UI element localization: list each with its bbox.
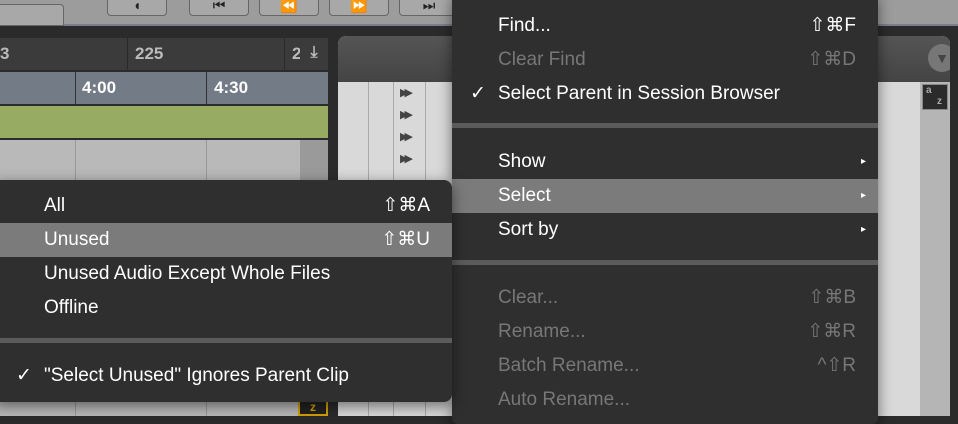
menu-item-batch-rename: Batch Rename... ^⇧R xyxy=(452,349,878,383)
menu-item-label: Select xyxy=(498,185,551,206)
timecode-ruler[interactable]: 4:00 4:30 xyxy=(0,72,328,104)
menu-item-label: Clear... xyxy=(498,287,559,308)
submenu-arrow-icon: ▸ xyxy=(860,156,866,167)
menu-item-label: Rename... xyxy=(498,321,586,342)
menu-item-label: Find... xyxy=(498,15,551,36)
menu-item-label: Select Parent in Session Browser xyxy=(498,83,780,104)
clip-arrow-icon: ▶▶ xyxy=(400,87,413,99)
submenu-item-all[interactable]: All ⇧⌘A xyxy=(0,189,452,223)
shortcut-label: ^⇧R xyxy=(817,355,856,376)
menu-item-auto-rename: Auto Rename... xyxy=(452,383,878,417)
menu-item-clear: Clear... ⇧⌘B xyxy=(452,281,878,315)
menu-item-label: Clear Find xyxy=(498,49,586,70)
shortcut-label: ⇧⌘R xyxy=(807,321,856,342)
online-button[interactable]: ◖ xyxy=(107,0,167,16)
toolbar-field[interactable] xyxy=(0,4,64,26)
go-to-end-button[interactable]: ⏭ xyxy=(399,0,459,16)
checkmark-icon: ✓ xyxy=(16,365,32,386)
menu-item-label: Offline xyxy=(44,297,99,318)
bars-beats-ruler[interactable]: 3 225 2 ⤓ xyxy=(0,38,328,70)
timecode-label: 4:00 xyxy=(82,78,117,97)
menu-item-label: Unused xyxy=(44,229,110,250)
audio-clip[interactable] xyxy=(0,106,328,138)
select-submenu: All ⇧⌘A Unused ⇧⌘U Unused Audio Except Who… xyxy=(0,180,452,402)
submenu-arrow-icon: ▸ xyxy=(860,224,866,235)
menu-item-label: Sort by xyxy=(498,219,559,240)
sort-az-icon[interactable]: a z xyxy=(922,84,948,110)
menu-item-label: Auto Rename... xyxy=(498,389,631,410)
menu-item-sort-by[interactable]: Sort by ▸ xyxy=(452,213,878,247)
menu-item-label: All xyxy=(44,195,66,216)
clip-arrow-icon: ▶▶ xyxy=(400,153,413,165)
submenu-item-unused-audio[interactable]: Unused Audio Except Whole Files xyxy=(0,257,452,291)
clip-list-menu: Find... ⇧⌘F Clear Find ⇧⌘D ✓ Select Parent … xyxy=(452,0,878,424)
menu-item-label: "Select Unused" Ignores Parent Clip xyxy=(44,365,349,386)
submenu-arrow-icon: ▸ xyxy=(860,190,866,201)
ruler-label: 225 xyxy=(135,44,164,63)
panel-scrollbar[interactable] xyxy=(920,82,950,416)
shortcut-label: ⇧⌘A xyxy=(382,195,430,216)
shortcut-label: ⇧⌘F xyxy=(809,15,856,36)
menu-separator xyxy=(452,260,878,265)
menu-item-show[interactable]: Show ▸ xyxy=(452,145,878,179)
menu-item-label: Batch Rename... xyxy=(498,355,640,376)
shortcut-label: ⇧⌘U xyxy=(381,229,430,250)
insertion-follows-playback-icon[interactable]: ⤓ xyxy=(300,38,328,70)
clip-arrow-icon: ▶▶ xyxy=(400,131,413,143)
shortcut-label: ⇧⌘B xyxy=(808,287,856,308)
menu-item-label: Unused Audio Except Whole Files xyxy=(44,263,331,284)
menu-separator xyxy=(452,123,878,128)
menu-item-select-parent[interactable]: ✓ Select Parent in Session Browser xyxy=(452,77,878,111)
fast-forward-button[interactable]: ⏩ xyxy=(329,0,389,16)
menu-item-find[interactable]: Find... ⇧⌘F xyxy=(452,9,878,43)
menu-item-select[interactable]: Select ▸ xyxy=(452,179,878,213)
ruler-label: 3 xyxy=(0,44,10,63)
submenu-item-offline[interactable]: Offline xyxy=(0,291,452,325)
submenu-item-unused[interactable]: Unused ⇧⌘U xyxy=(0,223,452,257)
menu-separator xyxy=(0,338,452,343)
menu-item-label: Show xyxy=(498,151,546,172)
menu-item-clear-find: Clear Find ⇧⌘D xyxy=(452,43,878,77)
checkmark-icon: ✓ xyxy=(470,83,486,104)
menu-item-rename: Rename... ⇧⌘R xyxy=(452,315,878,349)
clip-arrow-icon: ▶▶ xyxy=(400,109,413,121)
timecode-label: 4:30 xyxy=(214,78,249,97)
rewind-button[interactable]: ⏪ xyxy=(259,0,319,16)
panel-menu-icon[interactable]: ▼ xyxy=(928,44,950,72)
shortcut-label: ⇧⌘D xyxy=(807,49,856,70)
return-to-zero-button[interactable]: ⏮ xyxy=(189,0,249,16)
submenu-item-ignore-parent[interactable]: ✓ "Select Unused" Ignores Parent Clip xyxy=(0,359,452,393)
